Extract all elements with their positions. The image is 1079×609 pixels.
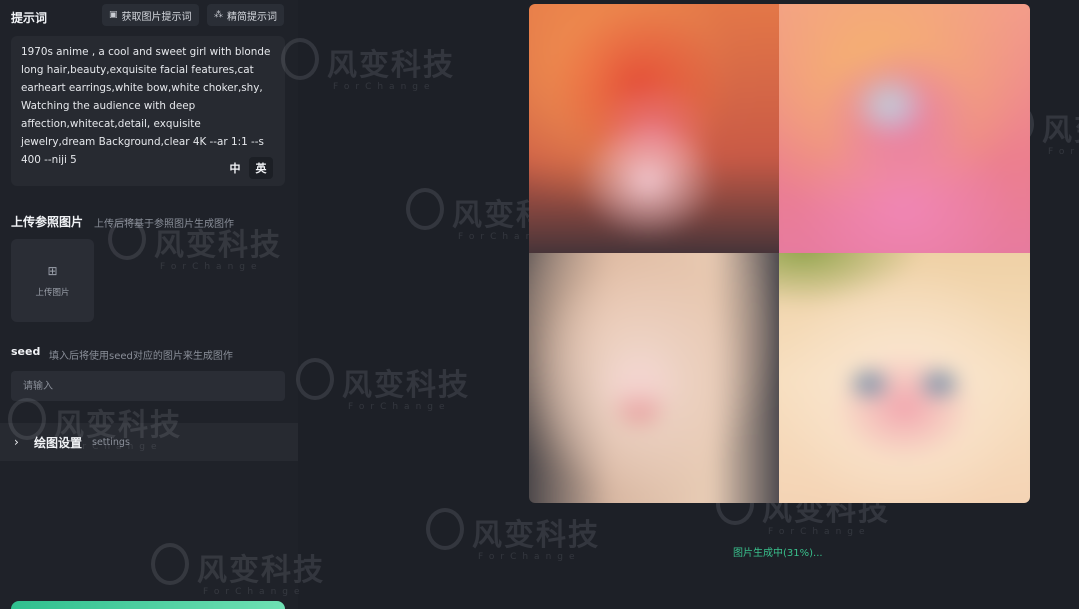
get-image-prompt-label: 获取图片提示词 [121, 11, 192, 23]
watermark: 风变科技 ForChange [281, 38, 455, 92]
language-toggle: 中 英 [223, 157, 273, 179]
watermark-text: 风变科技 [472, 518, 600, 553]
watermark-sub: ForChange [478, 552, 581, 562]
chevron-right-icon: › [14, 435, 19, 449]
watermark-text: 风变科技 [1042, 113, 1079, 148]
seed-input[interactable] [11, 371, 285, 401]
generated-image-grid [529, 4, 1030, 503]
prompt-section-title: 提示词 [11, 11, 48, 25]
generate-button[interactable] [11, 601, 285, 609]
reference-section-title: 上传参照图片 [11, 215, 84, 229]
reference-hint: 上传后将基于参照图片生成图作 [94, 219, 234, 230]
generated-image-2[interactable] [779, 4, 1030, 253]
watermark: 风变科技 ForChange [426, 508, 600, 562]
refine-prompt-label: 精简提示词 [227, 11, 277, 23]
get-image-prompt-button[interactable]: ▣ 获取图片提示词 [102, 4, 199, 26]
seed-section-title: seed [11, 345, 41, 358]
watermark-text: 风变科技 [327, 48, 455, 83]
refine-prompt-button[interactable]: ⁂ 精简提示词 [207, 4, 284, 26]
drawing-settings-subtitle: settings [92, 436, 130, 448]
image-icon: ▣ [109, 10, 118, 20]
left-panel: 提示词 ▣ 获取图片提示词 ⁂ 精简提示词 1970s anime , a co… [0, 0, 298, 609]
image-content [529, 4, 779, 253]
lang-zh-button[interactable]: 中 [223, 157, 247, 179]
prompt-textarea[interactable]: 1970s anime , a cool and sweet girl with… [11, 36, 285, 186]
watermark-logo-icon [406, 188, 444, 230]
image-content [779, 253, 1030, 503]
watermark-sub: ForChange [768, 527, 871, 537]
image-content [529, 253, 779, 503]
plus-square-icon: ⊞ [47, 263, 58, 278]
prompt-text: 1970s anime , a cool and sweet girl with… [21, 46, 274, 166]
generation-status: 图片生成中(31%)... [733, 548, 823, 559]
watermark-sub: ForChange [1048, 147, 1079, 157]
watermark-text: 风变科技 [342, 368, 470, 403]
drawing-settings-toggle[interactable]: › 绘图设置 settings [0, 423, 298, 461]
watermark: 风变科技 ForChange [296, 358, 470, 412]
image-content [779, 4, 1030, 253]
watermark-sub: ForChange [348, 402, 451, 412]
sparkle-icon: ⁂ [214, 10, 223, 20]
generated-image-4[interactable] [779, 253, 1030, 503]
seed-hint: 填入后将使用seed对应的图片来生成图作 [49, 351, 233, 362]
watermark-sub: ForChange [333, 82, 436, 92]
upload-image-label: 上传图片 [35, 287, 70, 298]
drawing-settings-title: 绘图设置 [34, 435, 83, 450]
watermark-logo-icon [296, 358, 334, 400]
watermark-logo-icon [426, 508, 464, 550]
lang-en-button[interactable]: 英 [249, 157, 273, 179]
upload-image-button[interactable]: ⊞ 上传图片 [11, 239, 94, 322]
generated-image-1[interactable] [529, 4, 779, 253]
app: 提示词 ▣ 获取图片提示词 ⁂ 精简提示词 1970s anime , a co… [0, 0, 1079, 609]
generated-image-3[interactable] [529, 253, 779, 503]
